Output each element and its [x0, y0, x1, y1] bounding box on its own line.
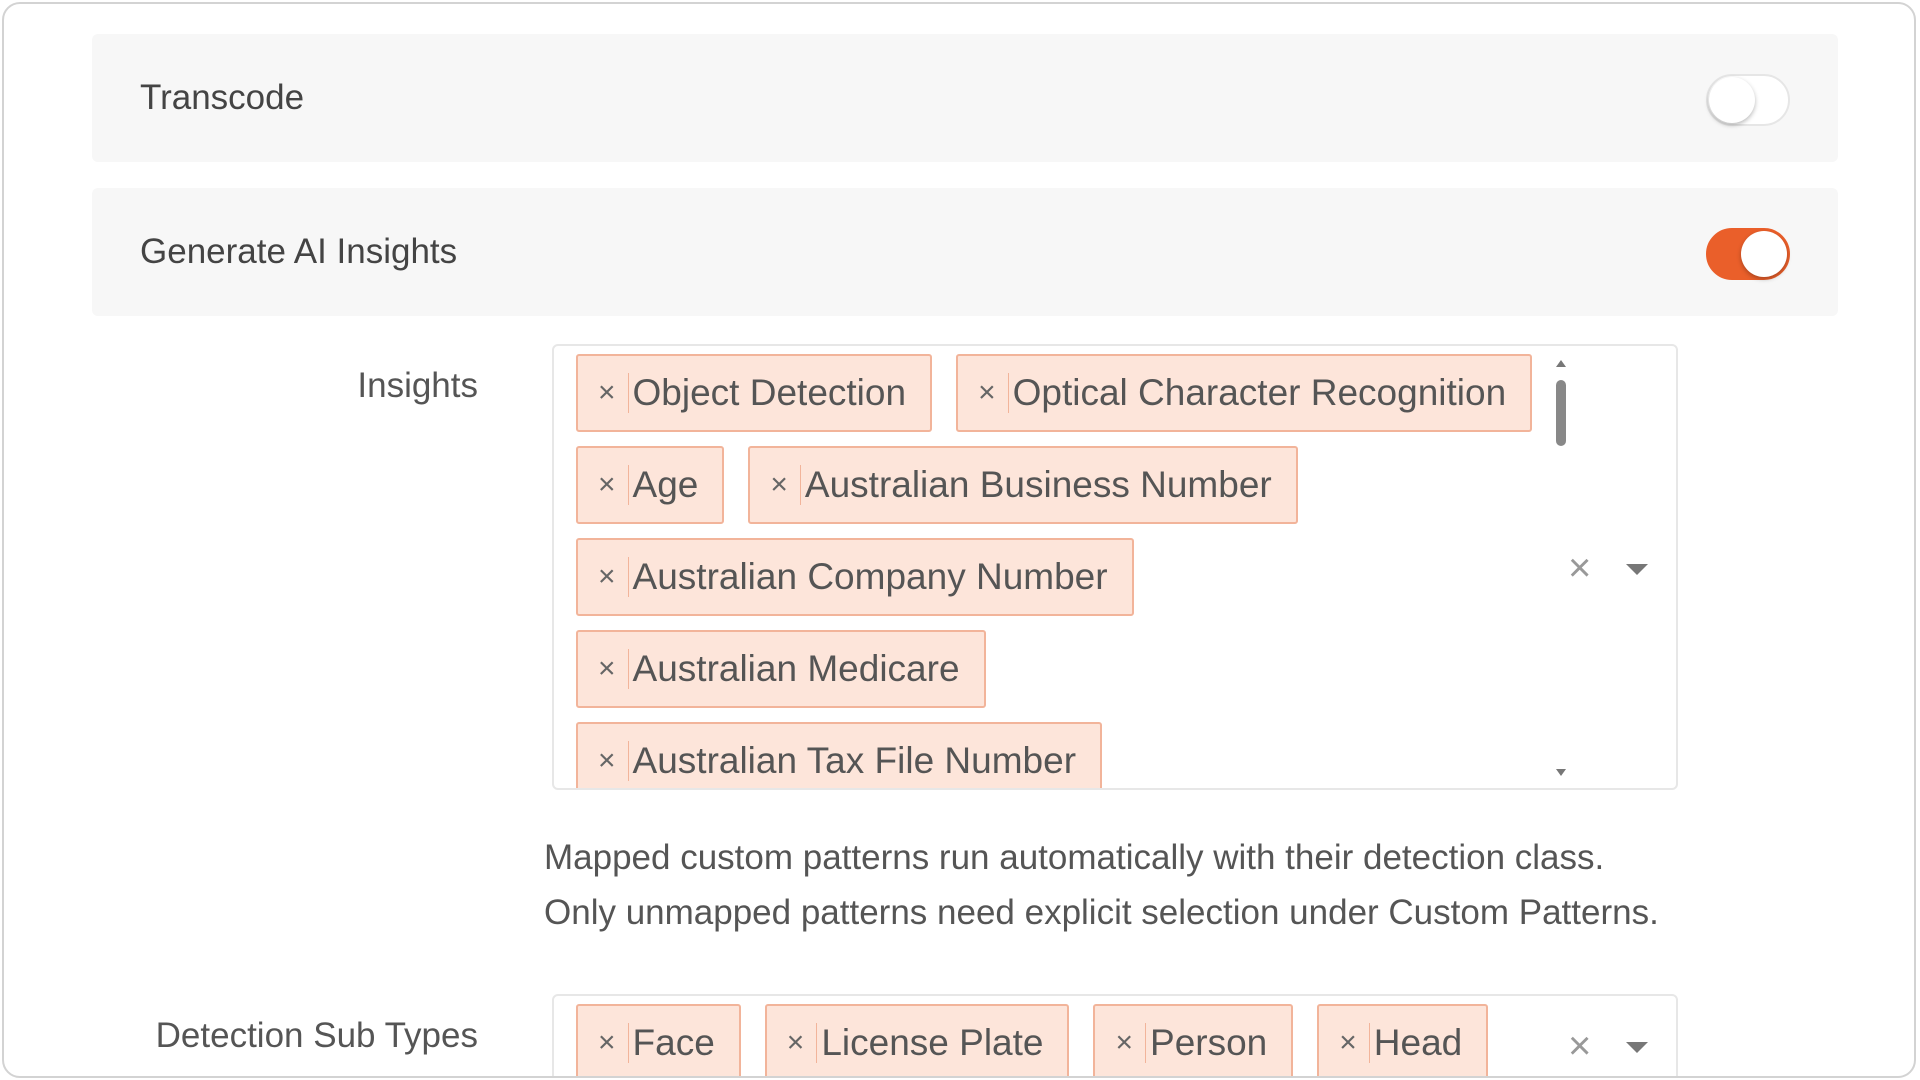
chip-label: Australian Tax File Number — [632, 740, 1077, 781]
chip-label: Australian Medicare — [632, 648, 960, 689]
remove-chip-icon[interactable]: × — [978, 373, 1009, 413]
sub-types-chip-list: × Face × License Plate × Person × Head — [576, 1004, 1576, 1076]
chip-australian-tax-file-number: × Australian Tax File Number — [576, 722, 1103, 788]
settings-frame: Transcode Generate AI Insights Insights … — [2, 2, 1916, 1078]
chip-label: Australian Business Number — [804, 464, 1272, 505]
toggle-knob — [1709, 77, 1755, 123]
remove-chip-icon[interactable]: × — [1339, 1023, 1370, 1063]
scroll-up-arrow-icon[interactable] — [1556, 360, 1566, 367]
ai-insights-panel: Generate AI Insights — [92, 188, 1838, 316]
transcode-panel: Transcode — [92, 34, 1838, 162]
chip-australian-company-number: × Australian Company Number — [576, 538, 1134, 616]
chip-label: Object Detection — [632, 372, 907, 413]
chip-label: Person — [1150, 1022, 1268, 1063]
insights-chip-list: × Object Detection × Optical Character R… — [576, 354, 1576, 788]
chip-australian-medicare: × Australian Medicare — [576, 630, 986, 708]
remove-chip-icon[interactable]: × — [598, 465, 629, 505]
dropdown-caret-icon[interactable] — [1626, 564, 1648, 575]
chip-object-detection: × Object Detection — [576, 354, 933, 432]
remove-chip-icon[interactable]: × — [787, 1023, 818, 1063]
ai-insights-toggle[interactable] — [1706, 228, 1790, 280]
insights-help-text: Mapped custom patterns run automatically… — [544, 838, 1659, 932]
remove-chip-icon[interactable]: × — [598, 557, 629, 597]
detection-sub-types-multiselect[interactable]: × Face × License Plate × Person × Head × — [552, 994, 1678, 1076]
chip-head: × Head — [1317, 1004, 1489, 1076]
detection-sub-types-label: Detection Sub Types — [155, 1016, 478, 1055]
remove-chip-icon[interactable]: × — [1115, 1023, 1147, 1063]
insights-label: Insights — [357, 366, 478, 405]
chip-face: × Face — [576, 1004, 741, 1076]
chip-label: Face — [632, 1022, 715, 1063]
ai-insights-label: Generate AI Insights — [140, 232, 458, 271]
chip-label: License Plate — [821, 1022, 1044, 1063]
chip-label: Head — [1373, 1022, 1463, 1063]
remove-chip-icon[interactable]: × — [770, 465, 801, 505]
chip-age: × Age — [576, 446, 725, 524]
remove-chip-icon[interactable]: × — [598, 649, 629, 689]
insights-multiselect[interactable]: × Object Detection × Optical Character R… — [552, 344, 1678, 790]
dropdown-caret-icon[interactable] — [1626, 1042, 1648, 1053]
chip-ocr: × Optical Character Recognition — [956, 354, 1533, 432]
chip-label: Australian Company Number — [632, 556, 1108, 597]
chip-person: × Person — [1093, 1004, 1294, 1076]
chip-license-plate: × License Plate — [764, 1004, 1070, 1076]
scroll-down-arrow-icon[interactable] — [1556, 769, 1566, 776]
transcode-toggle[interactable] — [1706, 74, 1790, 126]
scroll-thumb[interactable] — [1556, 380, 1566, 446]
clear-all-icon[interactable]: × — [1568, 1026, 1591, 1066]
remove-chip-icon[interactable]: × — [598, 373, 629, 413]
remove-chip-icon[interactable]: × — [598, 741, 629, 781]
insights-scrollbar[interactable] — [1556, 360, 1566, 776]
chip-label: Age — [632, 464, 699, 505]
toggle-knob — [1741, 231, 1787, 277]
clear-all-icon[interactable]: × — [1568, 548, 1591, 588]
transcode-label: Transcode — [140, 78, 305, 117]
remove-chip-icon[interactable]: × — [598, 1023, 629, 1063]
chip-label: Optical Character Recognition — [1012, 372, 1507, 413]
chip-australian-business-number: × Australian Business Number — [748, 446, 1298, 524]
